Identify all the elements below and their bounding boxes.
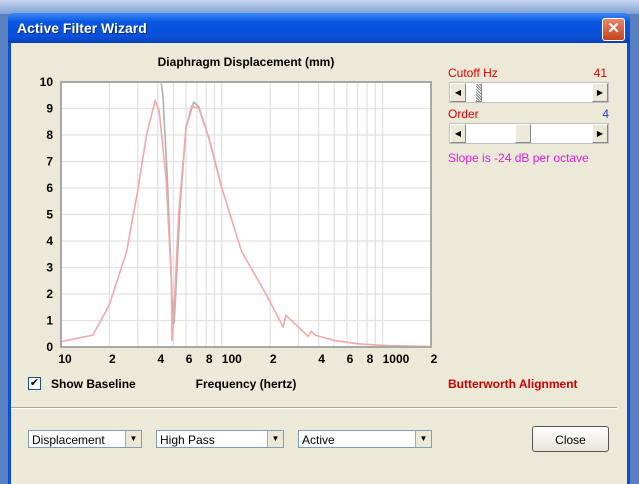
x-tick-label: 8: [206, 352, 213, 366]
mode-dropdown[interactable]: Active ▼: [298, 430, 432, 448]
chevron-down-icon[interactable]: ▼: [415, 431, 431, 447]
cutoff-label: Cutoff Hz: [448, 66, 498, 80]
left-arrow-icon[interactable]: ◀: [450, 124, 466, 143]
chevron-down-icon[interactable]: ▼: [267, 431, 283, 447]
x-tick-label: 4: [157, 352, 164, 366]
x-tick-label: 10: [58, 352, 72, 366]
x-tick-label: 2: [270, 352, 277, 366]
y-tick-label: 8: [46, 128, 53, 142]
right-arrow-icon[interactable]: ▶: [592, 124, 608, 143]
show-baseline-checkbox[interactable]: ✔: [28, 377, 41, 390]
y-tick-label: 1: [46, 314, 53, 328]
close-button[interactable]: Close: [532, 426, 609, 452]
order-label: Order: [448, 107, 479, 121]
mode-dropdown-value: Active: [302, 433, 335, 447]
order-slider[interactable]: ◀ ▶: [449, 123, 609, 144]
alignment-label: Butterworth Alignment: [448, 377, 578, 391]
y-tick-label: 10: [40, 75, 54, 89]
order-slider-thumb[interactable]: [515, 124, 532, 143]
cutoff-slider-thumb[interactable]: [474, 83, 482, 102]
x-tick-label: 2: [109, 352, 116, 366]
y-tick-label: 0: [46, 340, 53, 354]
left-arrow-icon[interactable]: ◀: [450, 83, 466, 102]
chevron-down-icon[interactable]: ▼: [125, 431, 141, 447]
x-tick-label: 6: [347, 352, 354, 366]
x-tick-label: 6: [186, 352, 193, 366]
cutoff-value: 41: [593, 66, 607, 80]
separator: [11, 407, 617, 409]
x-tick-label: 4: [318, 352, 325, 366]
y-tick-label: 3: [46, 261, 53, 275]
slope-text: Slope is -24 dB per octave: [448, 151, 589, 165]
x-tick-label: 2: [431, 352, 438, 366]
y-tick-label: 6: [46, 181, 53, 195]
x-tick-label: 1000: [383, 352, 410, 366]
y-tick-label: 5: [46, 208, 53, 222]
display-dropdown[interactable]: Displacement ▼: [28, 430, 142, 448]
displacement-chart: 01234567891010 2 4 6 8 100 2 4 6 8 1000 2: [40, 75, 438, 366]
y-tick-label: 9: [46, 102, 53, 116]
display-dropdown-value: Displacement: [32, 433, 105, 447]
y-tick-label: 7: [46, 155, 53, 169]
right-arrow-icon[interactable]: ▶: [592, 83, 608, 102]
filter-type-dropdown-value: High Pass: [160, 433, 215, 447]
y-tick-label: 4: [46, 234, 53, 248]
order-value: 4: [602, 107, 609, 121]
x-tick-label: 8: [367, 352, 374, 366]
show-baseline-label[interactable]: Show Baseline: [51, 377, 136, 391]
x-tick-label: 100: [222, 352, 242, 366]
filter-type-dropdown[interactable]: High Pass ▼: [156, 430, 284, 448]
y-tick-label: 2: [46, 287, 53, 301]
cutoff-slider[interactable]: ◀ ▶: [449, 82, 609, 103]
